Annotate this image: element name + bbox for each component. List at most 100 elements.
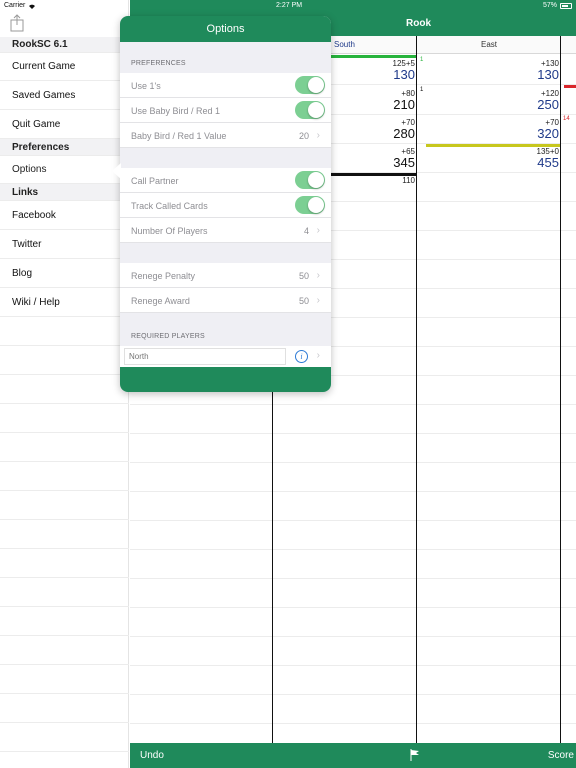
option-label: Use Baby Bird / Red 1: [131, 106, 221, 116]
column-header-east: East: [481, 40, 498, 49]
running-total: 280: [393, 126, 415, 141]
app-version-header: RookSC 6.1: [0, 37, 129, 53]
empty-row: [0, 520, 129, 549]
required-player-input[interactable]: [124, 348, 286, 365]
option-use-ones: Use 1's: [120, 73, 331, 98]
sidebar-item-options[interactable]: Options: [0, 156, 129, 184]
running-total: 250: [537, 97, 559, 112]
option-label: Renege Award: [131, 296, 190, 306]
options-popover: Options PREFERENCES Use 1's Use Baby Bir…: [120, 16, 331, 392]
option-number-of-players[interactable]: Number Of Players 4 ›: [120, 218, 331, 243]
chevron-right-icon: ›: [316, 130, 320, 141]
popover-footer: [120, 367, 331, 392]
option-track-called-cards: Track Called Cards: [120, 193, 331, 218]
score-cell[interactable]: +65 345: [330, 147, 415, 169]
option-value: 50: [298, 271, 309, 281]
running-total: 455: [537, 155, 559, 170]
battery-icon: [560, 2, 572, 9]
required-player-row: i ›: [120, 346, 331, 367]
column-divider: [560, 36, 561, 743]
empty-row: [0, 317, 129, 346]
running-total: 130: [537, 67, 559, 82]
chevron-right-icon: ›: [316, 295, 320, 306]
grid-line: [130, 694, 576, 695]
option-baby-bird-value[interactable]: Baby Bird / Red 1 Value 20 ›: [120, 123, 331, 148]
sidebar-link-twitter[interactable]: Twitter: [0, 230, 129, 259]
score-cell[interactable]: +70 320: [426, 118, 559, 140]
score-cell[interactable]: +80 210: [330, 89, 415, 111]
score-cell[interactable]: +70 280: [330, 118, 415, 140]
section-title-required-players: REQUIRED PLAYERS: [131, 333, 205, 340]
score-cell[interactable]: +120 250: [426, 89, 559, 111]
empty-row: [0, 578, 129, 607]
toggle-knob: [308, 172, 324, 188]
score-cell[interactable]: +130 130: [426, 59, 559, 81]
track-called-cards-toggle[interactable]: [295, 196, 325, 214]
bottom-toolbar: Undo Score: [130, 743, 576, 768]
score-cell[interactable]: 125+5 130: [330, 59, 415, 81]
empty-row: [0, 636, 129, 665]
grid-line: [130, 491, 576, 492]
grid-line: [130, 578, 576, 579]
running-total: 130: [393, 67, 415, 82]
sidebar-item-current-game[interactable]: Current Game: [0, 53, 129, 81]
toggle-knob: [308, 102, 324, 118]
sidebar-link-wiki-help[interactable]: Wiki / Help: [0, 288, 129, 317]
undo-button[interactable]: Undo: [140, 750, 164, 761]
option-label: Number Of Players: [131, 226, 208, 236]
option-value: 50: [298, 296, 309, 306]
score-cell[interactable]: 135+0 455: [426, 147, 559, 169]
empty-row: [0, 723, 129, 752]
column-header-south: South: [334, 40, 355, 49]
score-cell[interactable]: 110: [330, 176, 415, 185]
popover-arrow: [112, 163, 121, 179]
grid-line: [130, 520, 576, 521]
running-total: 210: [393, 97, 415, 112]
running-total: 320: [537, 126, 559, 141]
score-button[interactable]: Score: [548, 750, 574, 761]
sidebar-item-saved-games[interactable]: Saved Games: [0, 81, 129, 110]
option-label: Use 1's: [131, 81, 161, 91]
option-call-partner: Call Partner: [120, 168, 331, 193]
toggle-knob: [308, 197, 324, 213]
share-icon[interactable]: [10, 14, 24, 32]
flag-icon[interactable]: [410, 749, 420, 761]
call-partner-toggle[interactable]: [295, 171, 325, 189]
empty-row: [0, 694, 129, 723]
chevron-right-icon[interactable]: ›: [317, 350, 320, 361]
bid-bar-red: [564, 85, 576, 88]
grid-line: [130, 665, 576, 666]
option-label: Track Called Cards: [131, 201, 208, 211]
sidebar-item-quit-game[interactable]: Quit Game: [0, 110, 129, 139]
use-ones-toggle[interactable]: [295, 76, 325, 94]
toggle-knob: [308, 77, 324, 93]
info-icon[interactable]: i: [295, 350, 308, 363]
use-baby-bird-toggle[interactable]: [295, 101, 325, 119]
grid-line: [130, 549, 576, 550]
option-value: 4: [303, 226, 309, 236]
sidebar: RookSC 6.1 Current Game Saved Games Quit…: [0, 0, 129, 768]
grid-line: [130, 433, 576, 434]
option-label: Baby Bird / Red 1 Value: [131, 131, 227, 141]
bidder-marker: 1: [420, 87, 424, 93]
option-renege-award[interactable]: Renege Award 50 ›: [120, 288, 331, 313]
bidder-marker: 14: [563, 116, 570, 122]
empty-row: [0, 549, 129, 578]
column-divider: [416, 36, 417, 743]
sidebar-link-blog[interactable]: Blog: [0, 259, 129, 288]
nav-title: Rook: [406, 18, 431, 29]
hand-points: 110: [402, 176, 415, 185]
empty-row: [0, 462, 129, 491]
option-label: Renege Penalty: [131, 271, 196, 281]
status-bar: Carrier 2:27 PM 57%: [0, 0, 576, 12]
sidebar-link-facebook[interactable]: Facebook: [0, 201, 129, 230]
battery-percent: 57%: [542, 2, 557, 9]
empty-row: [0, 404, 129, 433]
empty-row: [0, 433, 129, 462]
links-header: Links: [0, 184, 129, 201]
status-left: Carrier: [4, 2, 36, 9]
option-renege-penalty[interactable]: Renege Penalty 50 ›: [120, 263, 331, 288]
option-value: 20: [298, 131, 309, 141]
grid-line: [130, 636, 576, 637]
grid-line: [130, 607, 576, 608]
